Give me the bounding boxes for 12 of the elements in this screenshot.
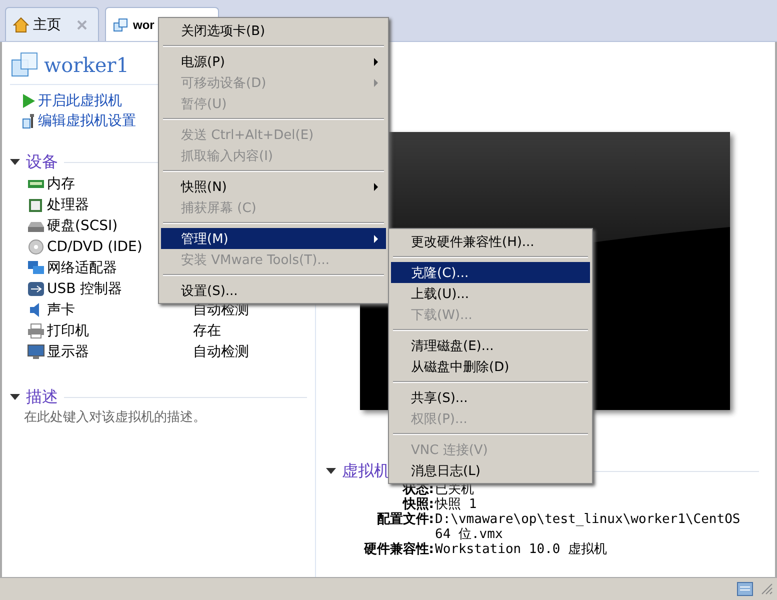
section-title: 虚拟机 — [342, 460, 390, 482]
section-title: 描述 — [26, 386, 58, 408]
device-value: 存在 — [193, 322, 221, 340]
detail-value: Workstation 10.0 虚拟机 — [435, 542, 608, 557]
detail-label: 配置文件: — [376, 512, 434, 529]
vm-name: worker1 — [44, 53, 129, 77]
detail-value: D:\vmaware\op\test_linux\worker1\CentOS 64 位.vmx — [435, 512, 742, 542]
detail-label: 快照: — [401, 497, 434, 512]
detail-value: 快照 1 — [435, 497, 478, 512]
detail-label: 硬件兼容性: — [362, 542, 434, 557]
section-title: 设备 — [26, 152, 58, 172]
device-value: 自动检测 — [193, 342, 249, 360]
